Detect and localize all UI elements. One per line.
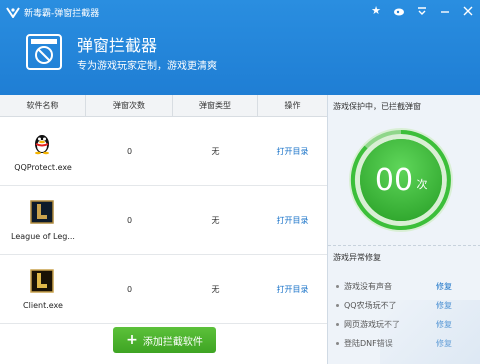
app-cell: Client.exe [0, 255, 86, 324]
popup-count: 0 [126, 146, 133, 156]
background-overlay [380, 300, 480, 364]
minimize-icon[interactable] [439, 5, 451, 17]
table-row[interactable]: Client.exe 0 无 打开目录 [0, 255, 327, 324]
plus-icon: + [126, 332, 138, 348]
blocked-count: 00 [375, 163, 413, 198]
window-controls: ★ [370, 5, 474, 17]
popup-type: 无 [211, 146, 220, 156]
divider [328, 245, 480, 246]
table-row[interactable]: League of Leg... 0 无 打开目录 [0, 186, 327, 255]
repair-issue: 游戏没有声音 [344, 282, 392, 291]
column-header-name[interactable]: 软件名称 [0, 95, 86, 117]
banner-subtitle: 专为游戏玩家定制，游戏更清爽 [77, 61, 217, 72]
app-cell: League of Leg... [0, 186, 86, 255]
star-icon[interactable]: ★ [370, 5, 382, 17]
header: 新毒霸-弹窗拦截器 ★ 弹窗拦截器 专为游戏玩家定制，游戏更清爽 [0, 0, 480, 95]
column-header-type[interactable]: 弹窗类型 [173, 95, 258, 117]
add-button-label: 添加拦截软件 [142, 336, 203, 348]
add-blocked-software-button[interactable]: + 添加拦截软件 [113, 327, 216, 353]
title-bar: 新毒霸-弹窗拦截器 ★ [0, 0, 480, 24]
bullet-icon [336, 304, 339, 307]
menu-icon[interactable] [416, 5, 428, 17]
popup-type: 无 [211, 284, 220, 294]
table-row[interactable]: QQProtect.exe 0 无 打开目录 [0, 117, 327, 186]
repair-item: 游戏没有声音 修复 [336, 277, 476, 296]
app-cell: QQProtect.exe [0, 117, 86, 186]
open-folder-link[interactable]: 打开目录 [258, 215, 327, 226]
window-title: 新毒霸-弹窗拦截器 [24, 9, 100, 19]
close-icon[interactable] [462, 5, 474, 17]
league-of-legends-icon [30, 199, 54, 224]
bullet-icon [336, 342, 339, 345]
lol-client-icon [30, 268, 54, 293]
blocked-count-unit: 次 [417, 177, 428, 191]
column-header-action: 操作 [284, 101, 301, 110]
qq-penguin-icon [35, 134, 49, 154]
bullet-icon [336, 323, 339, 326]
repair-link[interactable]: 修复 [436, 281, 452, 292]
app-name: Client.exe [23, 300, 63, 310]
popup-count: 0 [126, 284, 133, 294]
open-folder-link[interactable]: 打开目录 [258, 146, 327, 157]
column-header-count[interactable]: 弹窗次数 [86, 95, 173, 117]
app-name: League of Leg... [11, 231, 75, 241]
duba-logo-icon [6, 7, 20, 18]
weibo-icon[interactable] [393, 5, 405, 17]
software-list: QQProtect.exe 0 无 打开目录 League of Leg... … [0, 117, 327, 324]
repair-section-title: 游戏异常修复 [333, 253, 381, 262]
banner-title: 弹窗拦截器 [77, 36, 158, 55]
popup-type: 无 [211, 215, 220, 225]
popup-blocker-icon [26, 34, 62, 70]
open-folder-link[interactable]: 打开目录 [258, 284, 327, 295]
table-header: 软件名称 弹窗次数 弹窗类型 操作 [0, 95, 327, 117]
protection-status: 游戏保护中，已拦截弹窗 [333, 102, 421, 111]
blocked-count-gauge: 00 次 [349, 128, 453, 232]
bullet-icon [336, 285, 339, 288]
app-name: QQProtect.exe [14, 162, 72, 172]
popup-count: 0 [126, 215, 133, 225]
